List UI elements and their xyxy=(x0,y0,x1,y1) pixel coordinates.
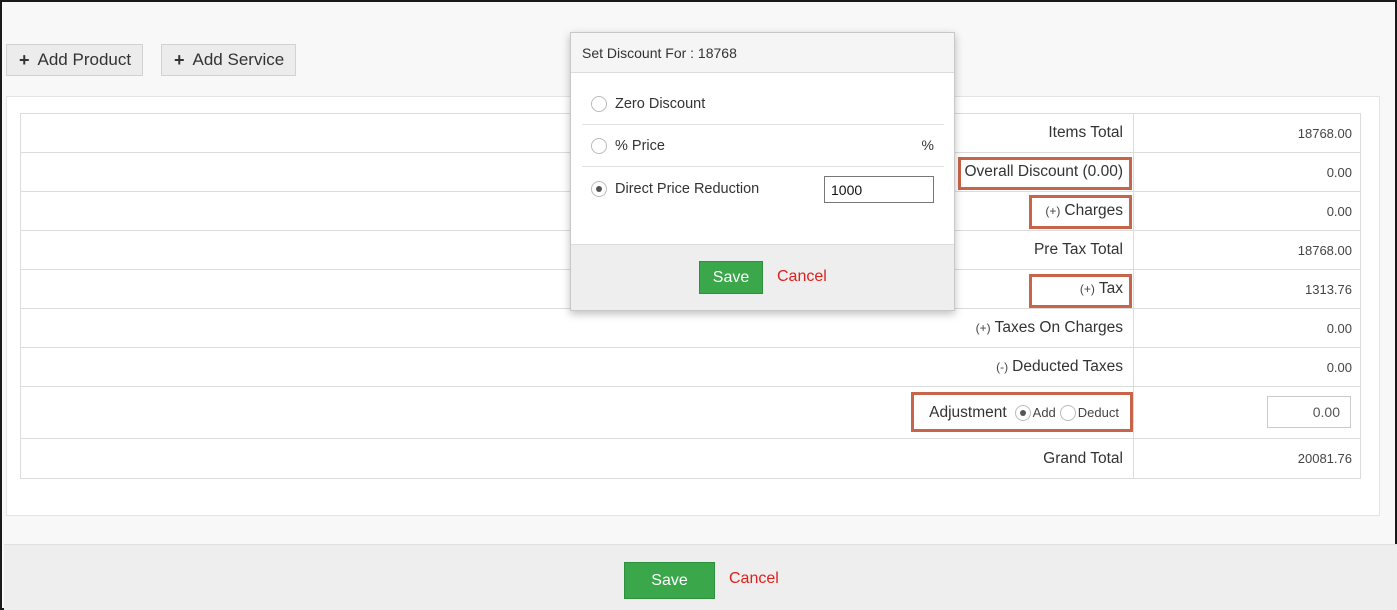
dialog-title: Set Discount For : 18768 xyxy=(571,33,954,73)
divider xyxy=(1133,114,1134,152)
adjustment-deduct-label: Deduct xyxy=(1077,405,1119,420)
dialog-save-button[interactable]: Save xyxy=(699,261,763,294)
table-row: (+) Taxes On Charges 0.00 xyxy=(21,309,1360,348)
discount-dialog: Set Discount For : 18768 Zero Discount %… xyxy=(570,32,955,311)
dialog-cancel-link[interactable]: Cancel xyxy=(777,268,827,286)
row-value: 18768.00 xyxy=(1297,126,1352,141)
zero-discount-radio[interactable] xyxy=(591,95,607,112)
cancel-link[interactable]: Cancel xyxy=(729,570,779,588)
grand-total-value: 20081.76 xyxy=(1297,451,1352,466)
tax-link[interactable]: (+) Tax xyxy=(1080,270,1123,308)
adjustment-add-radio[interactable] xyxy=(1014,404,1031,421)
direct-reduction-option[interactable]: Direct Price Reduction 1000 xyxy=(582,168,944,210)
charges-link[interactable]: (+) Charges xyxy=(1045,192,1123,230)
add-service-button[interactable]: + Add Service xyxy=(161,44,296,76)
divider xyxy=(1133,439,1134,478)
dialog-footer: Save Cancel xyxy=(571,244,954,310)
zero-discount-option[interactable]: Zero Discount xyxy=(582,83,944,125)
row-label-text: Taxes On Charges xyxy=(994,319,1123,336)
adjustment-deduct-radio[interactable] xyxy=(1059,404,1076,421)
taxes-on-charges-link[interactable]: (+) Taxes On Charges xyxy=(976,309,1123,347)
page-footer: Save Cancel xyxy=(4,544,1397,610)
direct-reduction-input[interactable]: 1000 xyxy=(824,176,934,203)
grand-total-row: Grand Total 20081.76 xyxy=(21,439,1360,478)
row-prefix: (-) xyxy=(996,360,1009,374)
percent-suffix: % xyxy=(921,137,934,153)
grand-total-label: Grand Total xyxy=(1043,439,1123,478)
adjustment-input[interactable]: 0.00 xyxy=(1267,396,1351,428)
divider xyxy=(1133,309,1134,347)
row-label: Pre Tax Total xyxy=(1034,231,1123,269)
table-row: (-) Deducted Taxes 0.00 xyxy=(21,348,1360,387)
plus-icon: + xyxy=(19,49,30,70)
row-value: 0.00 xyxy=(1326,360,1352,375)
plus-icon: + xyxy=(174,49,185,70)
row-prefix: (+) xyxy=(975,321,991,335)
row-value: 0.00 xyxy=(1326,204,1352,219)
add-service-label: Add Service xyxy=(192,50,285,69)
adjustment-add-label: Add xyxy=(1032,405,1056,420)
adjustment-controls: Adjustment Add Deduct xyxy=(929,387,1123,438)
deducted-taxes-link[interactable]: (-) Deducted Taxes xyxy=(996,348,1123,386)
row-value: 0.00 xyxy=(1326,165,1352,180)
divider xyxy=(1133,348,1134,386)
add-product-button[interactable]: + Add Product xyxy=(6,44,143,76)
row-value: 0.00 xyxy=(1326,321,1352,336)
save-button[interactable]: Save xyxy=(624,562,715,599)
app-frame: + Add Product + Add Service Items Total … xyxy=(0,0,1397,610)
row-prefix: (+) xyxy=(1079,282,1095,296)
row-label-text: Grand Total xyxy=(1043,449,1123,467)
row-label-text: Pre Tax Total xyxy=(1033,241,1123,258)
row-label: Items Total xyxy=(1048,114,1123,152)
direct-reduction-label: Direct Price Reduction xyxy=(615,181,760,197)
row-value: 1313.76 xyxy=(1305,282,1352,297)
add-product-label: Add Product xyxy=(37,50,132,69)
row-label-text: Tax xyxy=(1098,280,1123,297)
percent-price-label: % Price xyxy=(615,137,665,154)
divider xyxy=(1133,387,1134,438)
percent-price-option[interactable]: % Price % xyxy=(582,125,944,167)
adjustment-row: Adjustment Add Deduct 0.00 xyxy=(21,387,1360,439)
row-label-text: Charges xyxy=(1064,202,1123,219)
overall-discount-link[interactable]: Overall Discount (0.00) xyxy=(964,153,1123,191)
row-label-text: Deducted Taxes xyxy=(1012,358,1123,375)
divider xyxy=(1133,153,1134,191)
divider xyxy=(1133,231,1134,269)
divider xyxy=(1133,192,1134,230)
row-label-text: Items Total xyxy=(1048,124,1123,141)
row-value: 18768.00 xyxy=(1297,243,1352,258)
zero-discount-label: Zero Discount xyxy=(615,95,706,112)
row-label-text: Overall Discount (0.00) xyxy=(964,163,1123,180)
adjustment-label: Adjustment xyxy=(929,403,1007,421)
row-prefix: (+) xyxy=(1045,204,1061,218)
percent-price-radio[interactable] xyxy=(591,137,607,154)
direct-reduction-radio[interactable] xyxy=(591,181,607,197)
divider xyxy=(1133,270,1134,308)
